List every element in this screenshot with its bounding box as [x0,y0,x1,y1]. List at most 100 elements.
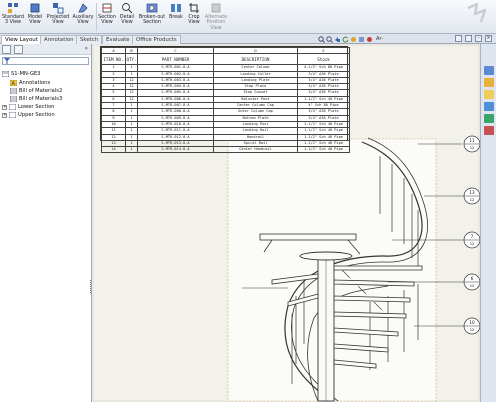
panel-toolbar: » [0,44,91,55]
bom-header-cell: ITEM NO. [101,53,126,66]
tree-item-bom3[interactable]: Bill of Materials3 [9,95,62,103]
feature-manager-tab-icon[interactable] [2,45,11,54]
tab-annotation[interactable]: Annotation [40,35,78,44]
tab-evaluate[interactable]: Evaluate [102,35,134,44]
text-scale-label[interactable]: Ar· [376,36,383,42]
projected-view-icon [52,2,64,14]
zoom-to-area-icon[interactable] [326,35,333,43]
section-view-icon [101,2,113,14]
crop-view-icon [188,2,200,14]
feature-manager-panel: » S1-MN-GE3 A Annotations Bill of Materi… [0,44,92,402]
filter-icon [4,58,10,64]
drawing-canvas[interactable]: 11 12 13 12 7 12 6 12 10 12 A B C D E IT… [92,44,480,402]
crop-view-button[interactable]: Crop View [186,2,202,33]
heads-up-view-toolbar: Ar· [318,35,408,43]
minimize-button[interactable]: – [475,35,482,42]
previous-view-icon[interactable] [334,36,341,43]
view-palette-icon[interactable] [484,102,494,111]
sheet-icon [8,111,17,119]
balloon-callout[interactable]: 7 12 [463,231,480,249]
svg-text:12: 12 [470,242,475,246]
expand-icon[interactable]: + [2,112,7,118]
bom-cell: 14 [101,146,126,154]
broken-out-section-icon [146,2,158,14]
tree-item-annotations[interactable]: A Annotations [9,79,50,87]
bom-header-cell: Stock [297,53,350,66]
tab-office-products[interactable]: Office Products [132,35,181,44]
svg-text:A: A [12,81,16,86]
tab-sketch[interactable]: Sketch [76,35,103,44]
hide-show-items-icon[interactable] [350,36,357,43]
svg-text:13: 13 [469,190,475,195]
tree-filter-input[interactable] [2,57,89,65]
bill-of-materials-table[interactable]: A B C D E ITEM NO. QTY. PART NUMBER DESC… [100,46,350,154]
svg-text:11: 11 [469,138,475,143]
bom-cell: 1-1/2" Sch 40 Pipe [297,133,350,141]
tree-item-bom2[interactable]: Bill of Materials2 [9,87,62,95]
model-view-icon [29,2,41,14]
svg-text:12: 12 [470,198,475,202]
bom-header-cell: DESCRIPTION [213,53,298,66]
projected-view-button[interactable]: Projected View [46,2,70,33]
bom-header-cell: QTY. [125,53,138,66]
model-view-button[interactable]: Model View [26,2,44,33]
ribbon-separator [96,3,97,31]
tree-item-upper-section[interactable]: + Upper Section [2,111,55,119]
svg-text:12: 12 [470,328,475,332]
sheet-icon [8,103,17,111]
break-button[interactable]: Break [168,2,184,33]
tree-item-lower-section[interactable]: + Lower Section [2,103,54,111]
tile-button[interactable] [465,35,472,42]
auxiliary-view-button[interactable]: Auxiliary View [72,2,94,33]
appearances-icon[interactable] [484,114,494,123]
file-explorer-icon[interactable] [484,90,494,99]
bill-of-materials-icon [9,87,18,95]
detail-view-icon [121,2,133,14]
balloon-callout[interactable]: 10 12 [463,317,480,335]
tree-root[interactable]: S1-MN-GE3 [1,70,40,78]
custom-properties-icon[interactable] [484,126,494,135]
command-manager-tabs: View Layout Annotation Sketch Evaluate O… [0,34,496,45]
svg-text:12: 12 [470,284,475,288]
balloon-callout[interactable]: 13 12 [463,187,480,205]
broken-out-section-button[interactable]: Broken-out Section [138,2,166,33]
bom-cell: 1-1/2" Sch 40 Pipe [297,120,350,129]
standard-3-view-icon [7,2,19,14]
bom-header-cell: PART NUMBER [137,53,214,66]
alternate-position-view-icon [210,2,222,14]
collapse-panel-icon[interactable]: » [84,45,88,52]
solidworks-resources-icon[interactable] [484,66,494,75]
close-icon[interactable]: × [485,35,492,42]
design-library-icon[interactable] [484,78,494,87]
bom-cell: 1-1/2" Sch 40 Pipe [297,139,350,148]
bom-cell: 4-1/2" Sch 80 Pipe [297,64,350,72]
property-manager-tab-icon[interactable] [14,45,23,54]
table-row[interactable]: 14 1 S-MTR-014-0-A Center Handrail 1-1/2" Sc… [101,146,350,154]
standard-3-view-button[interactable]: Standard 3 View [2,2,24,33]
display-style-icon[interactable] [358,36,365,43]
balloon-callout[interactable]: 6 12 [463,273,480,291]
section-view-button[interactable]: Section View [98,2,116,33]
alternate-position-view-button[interactable]: Alternate Position View [204,2,228,33]
expand-icon[interactable]: + [2,104,7,110]
drawing-icon [1,70,10,78]
svg-text:10: 10 [469,320,475,325]
bom-cell: 1-1/2" Sch 40 Pipe [297,95,350,104]
detail-view-button[interactable]: Detail View [118,2,136,33]
balloon-callout[interactable]: 11 12 [463,135,480,153]
refresh-icon[interactable] [342,36,349,43]
bom-header-row: ITEM NO. QTY. PART NUMBER DESCRIPTION St… [101,53,350,66]
appearance-icon[interactable] [366,36,373,43]
task-pane-tabs [480,44,496,402]
break-icon [170,2,182,14]
svg-text:7: 7 [471,234,474,239]
window-controls: – × [455,35,492,42]
bom-cell: 1-1/2" Sch 40 Pipe [297,127,350,135]
bom-cell: 1-1/2" Sch 40 Pipe [297,146,350,154]
annotations-folder-icon: A [9,79,18,87]
svg-text:6: 6 [471,276,474,281]
bom-cell: 1 [125,146,138,154]
view-options-button[interactable] [455,35,462,42]
zoom-to-fit-icon[interactable] [318,35,325,43]
bom-cell: Center Handrail [213,146,298,154]
